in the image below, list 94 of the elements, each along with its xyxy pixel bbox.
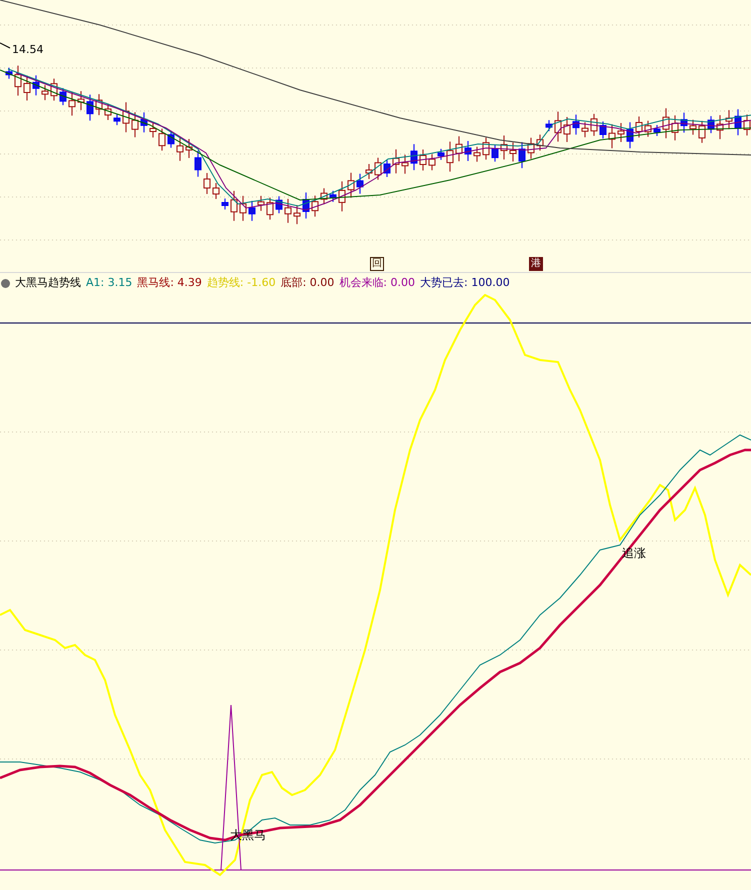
candlestick [420,149,426,171]
candlestick [384,160,390,178]
candlestick [78,90,84,111]
candlestick [600,121,606,139]
candlestick [186,138,192,158]
candlestick [644,120,652,138]
candlestick [546,120,552,132]
candlestick [374,157,382,180]
candlestick [654,124,660,136]
candlestick [402,154,408,174]
candlestick [356,173,364,194]
candlestick [248,200,256,222]
candlestick [438,148,444,160]
candlestick [204,172,210,194]
candlestick [140,112,148,133]
candlestick [456,136,462,162]
candlestick [698,120,706,144]
candlestick [528,137,534,160]
candlestick [590,113,598,136]
candlestick [662,108,670,139]
candlestick [572,114,580,136]
leader-line [0,42,10,48]
indicator-value: 底部: 0.00 [280,275,334,292]
indicator-value: 黑马线: 4.39 [137,275,202,292]
candlestick [608,124,616,149]
candlestick [582,122,588,138]
candlestick [500,135,508,160]
indicator-value: A1: 3.15 [86,275,132,292]
candlestick [176,136,184,162]
candlestick [86,94,94,122]
candlestick [258,195,264,212]
price-label: 14.54 [12,42,44,58]
candlestick [32,74,40,96]
candlestick [132,112,138,138]
event-marker[interactable]: 回 [370,257,384,271]
candlestick [168,130,174,148]
candlestick [348,172,354,198]
candlestick [276,196,282,214]
candlestick [734,108,742,136]
candlestick [690,119,696,136]
candlestick [50,78,58,102]
candlestick [636,116,642,138]
candlestick [24,75,30,101]
candlestick [338,180,346,212]
candlestick [42,84,48,101]
event-marker[interactable]: 港 [529,257,543,271]
indicator-value: 趋势线: -1.60 [206,275,276,292]
candlestick [554,111,562,142]
candlestick [230,190,238,222]
candlestick [446,141,454,172]
candlestick [464,140,472,162]
candlestick [708,116,714,134]
candlestick [626,122,634,149]
candlestick [266,197,274,220]
candlestick [60,88,66,106]
indicator-value: 大势已去: 100.00 [420,275,510,292]
candlestick [104,104,112,120]
indicator-icon[interactable] [1,279,10,288]
candlestick [536,134,544,152]
candlestick [294,204,300,225]
candlestick [564,116,570,142]
candlestick [212,182,220,200]
candlestick [14,65,22,96]
candlestick [680,112,688,134]
candlestick [114,114,120,126]
candlestick [428,154,436,171]
indicator-value: 机会来临: 0.00 [339,275,415,292]
candlestick [194,150,202,178]
candlestick [672,114,678,141]
candlestick [320,188,328,205]
candlestick [96,94,102,116]
candlestick [518,142,526,169]
candlestick [302,192,310,219]
candlestick [122,102,130,133]
candlestick [150,122,156,138]
candlestick [68,91,76,116]
candlestick [6,67,12,80]
candlestick [474,146,480,162]
indicator-title: 大黑马趋势线 [15,275,81,292]
candlestick [410,144,418,171]
candlestick [392,148,400,174]
candlestick [158,128,166,152]
candlestick [330,190,336,202]
candlestick [312,195,318,218]
candlestick [222,198,228,210]
candlestick [510,142,516,162]
candlestick [726,110,732,130]
candlestick [716,114,724,140]
candlestick [240,195,246,222]
candlestick [482,137,490,160]
candlestick [366,164,372,180]
candlestick [618,122,624,142]
candlestick [492,144,498,162]
candlestick [284,198,292,224]
